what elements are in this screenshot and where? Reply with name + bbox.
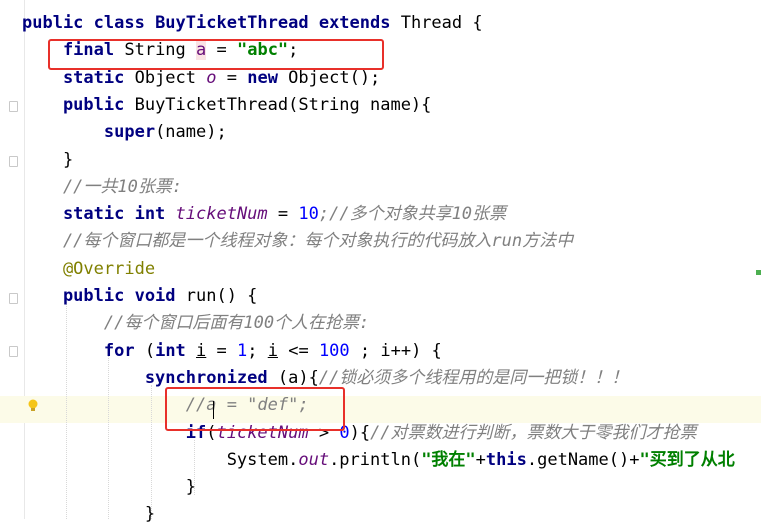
code-token: public void (22, 286, 186, 306)
code-token: //对票数进行判断，票数大于零我们才抢票 (370, 422, 697, 443)
fold-marker-icon[interactable] (9, 156, 18, 167)
code-token: = (206, 340, 237, 361)
code-token: i (196, 340, 207, 361)
code-token: System. (22, 449, 299, 470)
code-token: 100 (318, 340, 350, 361)
code-token: .println( (329, 449, 422, 470)
code-line[interactable]: super(name); (22, 119, 227, 146)
fold-marker-icon[interactable] (9, 293, 18, 304)
code-line[interactable]: @Override (22, 256, 155, 283)
code-token: ticketNum (175, 204, 268, 225)
code-line[interactable]: static int ticketNum = 10;//多个对象共享10张票 (22, 201, 506, 228)
editor-gutter (0, 0, 24, 519)
code-token: BuyTicketThread(String name){ (134, 94, 432, 115)
code-token: super (22, 122, 156, 143)
lightbulb-icon[interactable] (27, 399, 39, 412)
code-token: (name); (155, 122, 227, 143)
code-token: i (267, 340, 278, 361)
code-token: ; (247, 340, 268, 361)
code-token: } (22, 149, 74, 170)
code-token: public (22, 94, 135, 115)
code-token: public class (22, 13, 156, 33)
code-token: ;//多个对象共享10张票 (318, 204, 507, 225)
code-token: ; i++) { (349, 340, 442, 361)
code-token: //每个窗口后面有100个人在抢票: (22, 313, 370, 334)
code-line[interactable]: } (22, 474, 196, 501)
code-token: o (206, 67, 217, 88)
scrollbar-marker (756, 270, 761, 275)
code-token: static (22, 67, 135, 88)
code-token: "我在" (421, 449, 476, 470)
code-token: @Override (22, 258, 156, 279)
code-token: (a){ (277, 367, 319, 388)
code-line[interactable]: public BuyTicketThread(String name){ (22, 92, 431, 119)
code-line[interactable]: } (22, 147, 73, 174)
code-token: //锁必须多个线程用的是同一把锁！！！ (318, 367, 629, 388)
code-token: Object (134, 67, 207, 88)
code-token: static int (22, 204, 176, 225)
code-token: run() { (185, 286, 258, 306)
code-token: } (22, 504, 156, 525)
code-token: = (216, 67, 248, 88)
code-token: for (22, 340, 145, 361)
code-token: 1 (237, 340, 248, 361)
code-token: "买到了从北 (639, 449, 735, 470)
code-token: out (298, 449, 330, 470)
fold-marker-icon[interactable] (9, 346, 18, 357)
code-line[interactable]: public class BuyTicketThread extends Thr… (22, 10, 483, 37)
code-token: int (155, 340, 197, 361)
code-token: 10 (298, 204, 319, 225)
code-token: synchronized (22, 367, 278, 388)
code-line[interactable]: //每个窗口都是一个线程对象：每个对象执行的代码放入run方法中 (22, 228, 573, 255)
code-token: .getName()+ (526, 449, 640, 470)
code-line[interactable]: } (22, 501, 155, 528)
code-token: new (247, 67, 289, 88)
code-token: } (22, 477, 196, 498)
fold-marker-icon[interactable] (9, 101, 18, 112)
code-line[interactable]: //每个窗口后面有100个人在抢票: (22, 310, 369, 337)
annotation-box-final-field (48, 39, 384, 70)
annotation-box-commented-assignment (165, 387, 345, 431)
code-line[interactable]: for (int i = 1; i <= 100 ; i++) { (22, 338, 442, 365)
code-token: this (485, 449, 527, 470)
code-token: extends (318, 13, 401, 33)
code-token: //每个窗口都是一个线程对象：每个对象执行的代码放入run方法中 (22, 231, 574, 252)
code-token: ){ (349, 422, 371, 443)
code-token: Thread { (400, 13, 483, 33)
code-line[interactable]: //一共10张票: (22, 174, 182, 201)
code-line[interactable]: public void run() { (22, 283, 257, 310)
code-token: //一共10张票: (22, 176, 183, 197)
code-token: BuyTicketThread (155, 13, 319, 33)
code-line[interactable]: if(ticketNum > 0){//对票数进行判断，票数大于零我们才抢票 (22, 420, 697, 447)
code-token: Object(); (288, 67, 381, 88)
code-token: + (475, 449, 486, 470)
code-token: ( (144, 340, 156, 361)
code-token: <= (277, 340, 319, 361)
code-line[interactable]: System.out.println("我在"+this.getName()+"… (22, 447, 735, 474)
code-token: = (267, 204, 299, 225)
